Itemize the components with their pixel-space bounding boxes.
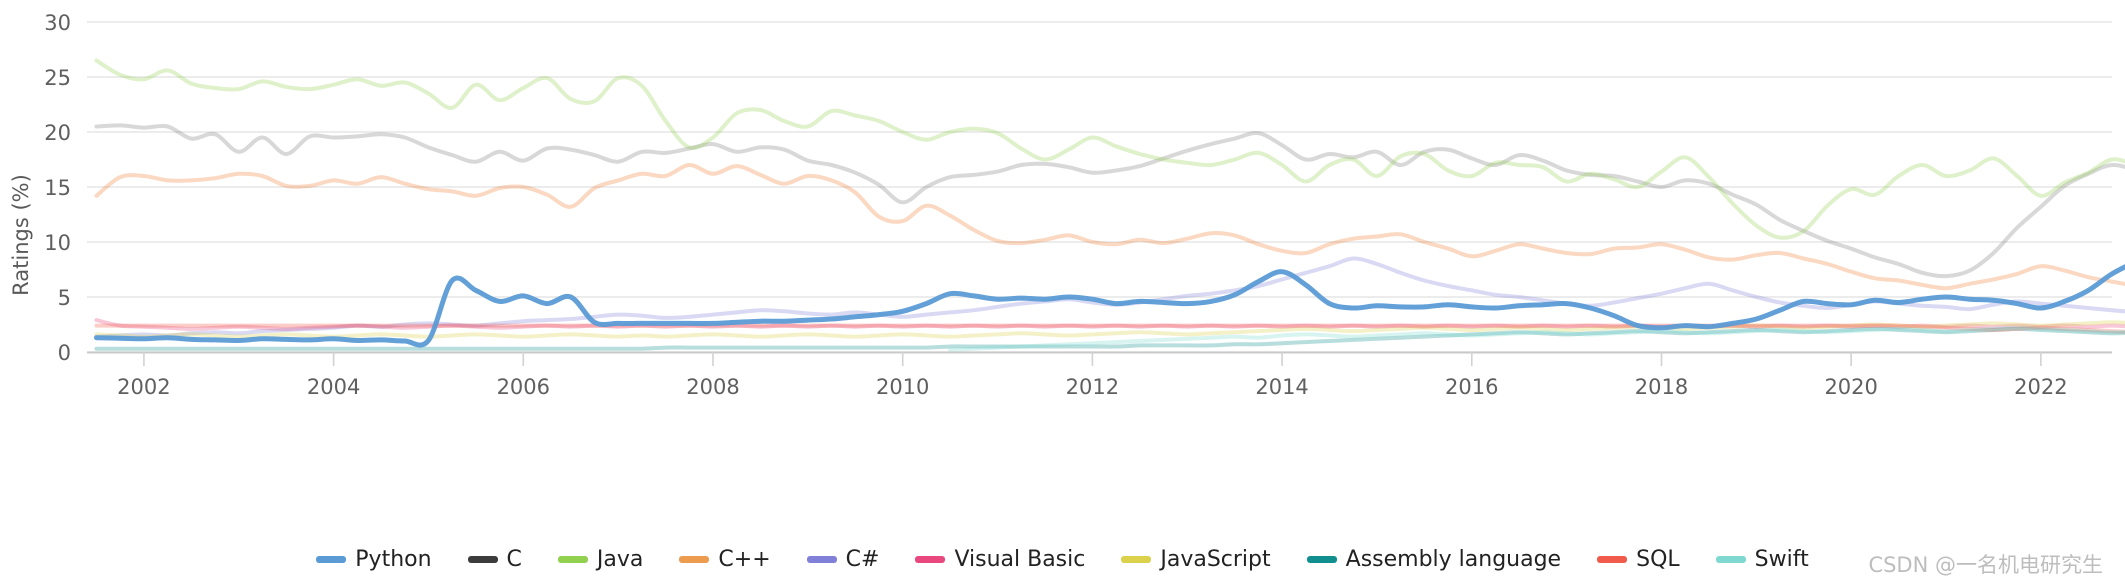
legend-item-assembly-language[interactable]: Assembly language — [1306, 546, 1562, 572]
y-tick-labels: 0 5 10 15 20 25 30 — [44, 11, 71, 365]
legend-label: Python — [355, 546, 432, 572]
legend-item-python[interactable]: Python — [316, 546, 432, 572]
legend-label: Assembly language — [1345, 546, 1562, 572]
legend-item-c-[interactable]: C++ — [679, 546, 771, 572]
legend-swatch-icon — [806, 555, 837, 563]
legend-label: Swift — [1754, 546, 1809, 572]
series-line-c — [94, 123, 2125, 279]
legend-item-javascript[interactable]: JavaScript — [1121, 546, 1271, 572]
x-tick-label: 2020 — [1824, 375, 1877, 399]
legend-swatch-icon — [1597, 555, 1628, 563]
y-tick-label: 5 — [58, 286, 71, 310]
legend-item-java[interactable]: Java — [557, 546, 644, 572]
legend-label: JavaScript — [1160, 546, 1271, 572]
x-tick-label: 2006 — [497, 375, 550, 399]
csdn-watermark: CSDN @一名机电研究生 — [1868, 553, 2103, 577]
legend-swatch-icon — [679, 555, 710, 563]
legend-swatch-icon — [1121, 555, 1152, 563]
x-tick-labels: 2002 2004 2006 2008 2010 2012 2014 2016 2018 2020… — [117, 375, 2067, 399]
y-tick-label: 0 — [58, 341, 71, 365]
legend-swatch-icon — [467, 555, 498, 563]
legend-label: C — [506, 546, 522, 572]
y-tick-label: 20 — [44, 121, 71, 145]
y-tick-label: 15 — [44, 176, 71, 200]
x-tick-label: 2002 — [117, 375, 170, 399]
x-tick-label: 2010 — [876, 375, 929, 399]
legend-item-visual-basic[interactable]: Visual Basic — [915, 547, 1085, 572]
legend-item-sql[interactable]: SQL — [1597, 547, 1680, 572]
legend-swatch-icon — [1715, 555, 1746, 563]
y-axis-title-text: Ratings (%) — [9, 174, 34, 296]
x-tick-label: 2008 — [686, 375, 739, 399]
legend-swatch-icon — [316, 555, 347, 563]
legend-label: C++ — [718, 546, 771, 572]
chart-page: 0 5 10 15 20 25 30 2002 2004 2006 2008 2010 2012 201… — [0, 0, 2125, 585]
legend-swatch-icon — [1306, 555, 1337, 563]
y-tick-label: 30 — [44, 11, 71, 35]
series-line-java — [94, 58, 2125, 240]
series-lines — [93, 58, 2125, 352]
legend-item-swift[interactable]: Swift — [1715, 546, 1809, 572]
legend-swatch-icon — [557, 555, 588, 563]
legend-label: Visual Basic — [954, 546, 1086, 572]
x-tick-label: 2018 — [1635, 375, 1688, 399]
y-axis-title: Ratings (%) — [6, 0, 36, 470]
legend-label: Java — [596, 546, 644, 572]
series-line-c- — [94, 163, 2125, 291]
y-tick-label: 10 — [44, 231, 71, 255]
legend-item-c[interactable]: C — [467, 546, 522, 572]
y-tick-label: 25 — [44, 66, 71, 90]
x-tick-label: 2004 — [307, 375, 360, 399]
x-tick-label: 2016 — [1445, 375, 1498, 399]
x-tick-label: 2014 — [1255, 375, 1308, 399]
legend-swatch-icon — [915, 555, 946, 563]
x-tick-label: 2022 — [2014, 375, 2067, 399]
legend-label: C# — [845, 546, 880, 572]
chart-legend: Python C Java C++ C# Visual Basic JavaScript As… — [0, 543, 2125, 575]
legend-item-c-[interactable]: C# — [806, 546, 880, 572]
legend-label: SQL — [1636, 546, 1680, 572]
axis-lines — [87, 351, 2112, 366]
x-tick-label: 2012 — [1066, 375, 1119, 399]
ratings-line-chart: 0 5 10 15 20 25 30 2002 2004 2006 2008 2010 2012 201… — [44, 11, 2125, 399]
